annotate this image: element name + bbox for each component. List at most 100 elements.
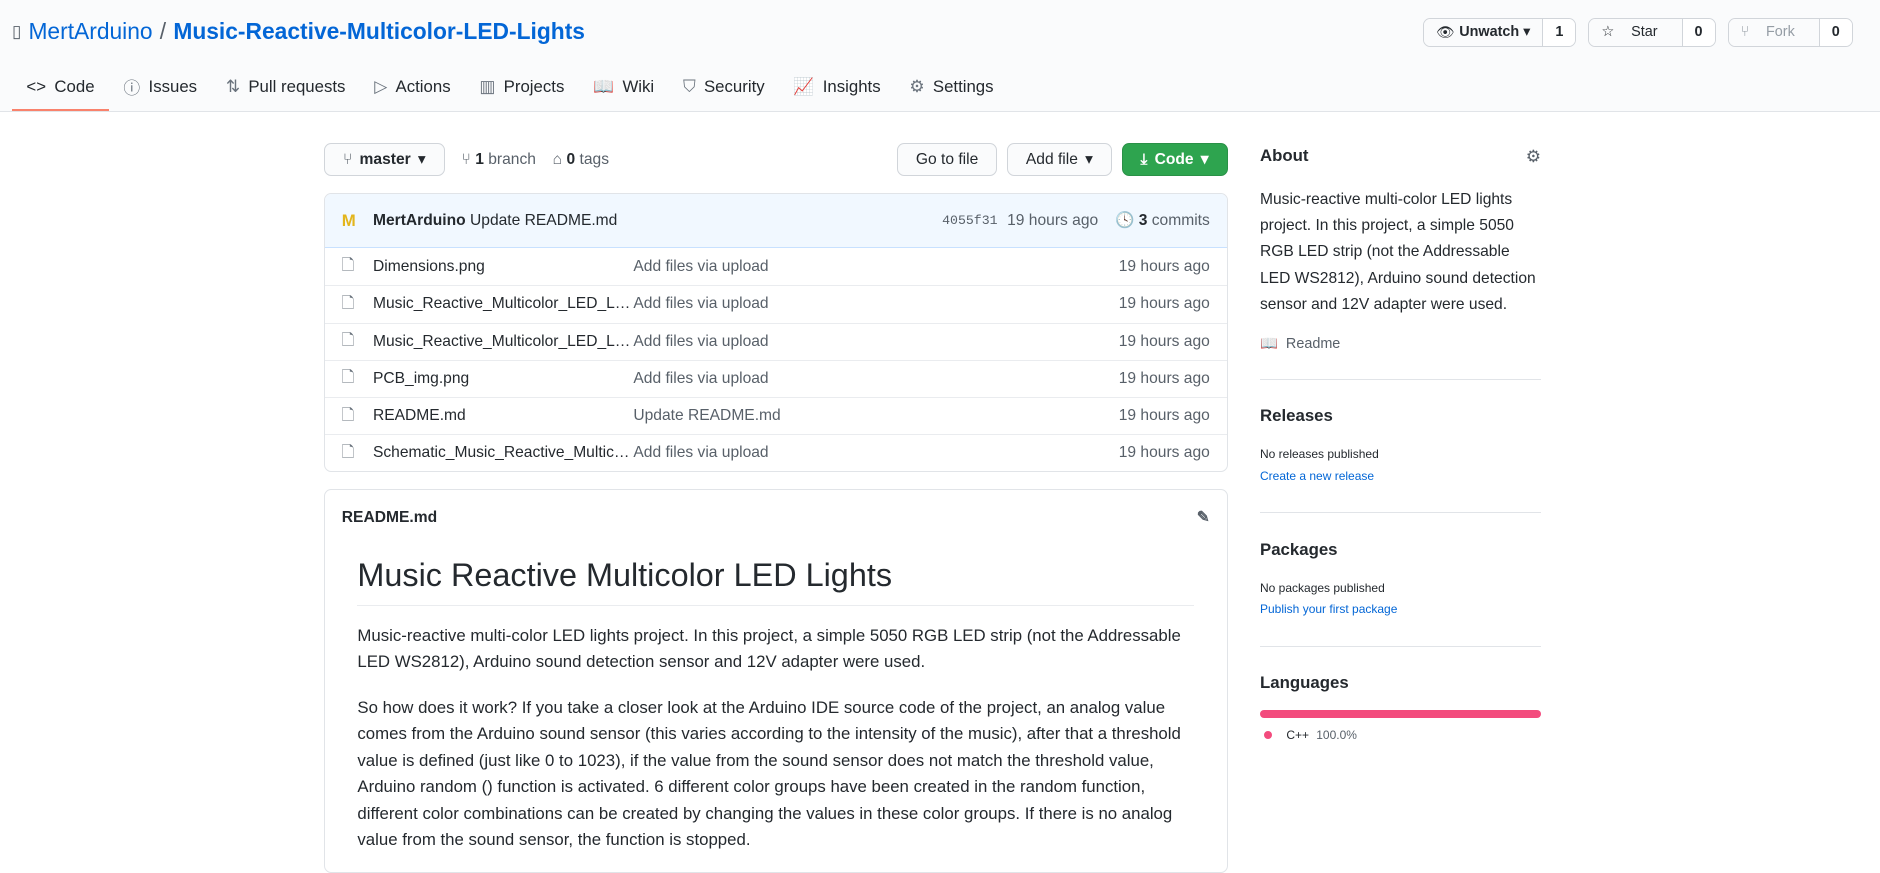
file-time: 19 hours ago: [1118, 407, 1210, 425]
file-commit-message[interactable]: Add files via upload: [633, 333, 1118, 351]
main-content: ⑂ master ▾ ⑂ 1 branch ⌂ 0 tags Go to file …: [324, 143, 1228, 873]
readme-box: README.md ✎ Music Reactive Multicolor LED…: [324, 489, 1228, 873]
file-icon: 🗋: [341, 332, 355, 350]
file-name[interactable]: Music_Reactive_Multicolor_LED_Light...: [373, 333, 633, 351]
caret-down-icon: ▾: [1200, 151, 1209, 169]
file-icon: 🗋: [341, 369, 355, 387]
star-count[interactable]: 0: [1681, 19, 1715, 46]
issue-icon: ⓘ: [123, 78, 141, 98]
file-commit-message[interactable]: Add files via upload: [633, 258, 1118, 276]
readme-paragraph: So how does it work? If you take a close…: [357, 697, 1181, 849]
about-heading: About: [1260, 146, 1309, 166]
publish-package-link[interactable]: Publish your first package: [1260, 602, 1397, 616]
tag-icon: ⌂: [552, 150, 567, 168]
commit-message[interactable]: Update README.md: [470, 212, 617, 230]
readme-title: Music Reactive Multicolor LED Lights: [357, 557, 1195, 607]
language-bar: [1260, 709, 1541, 719]
repo-tabs: <> Code ⓘ Issues ⇅ Pull requests ▷ Actions ▥…: [12, 65, 1008, 111]
file-row[interactable]: 🗋 Music_Reactive_Multicolor_LED_Light... A…: [325, 285, 1227, 322]
sidebar: About ⚙ Music-reactive multi-color LED li…: [1260, 144, 1541, 742]
file-commit-message[interactable]: Add files via upload: [633, 295, 1118, 313]
about-description: Music-reactive multi-color LED lights pr…: [1260, 190, 1536, 314]
pencil-icon[interactable]: ✎: [1197, 508, 1210, 527]
file-name[interactable]: Schematic_Music_Reactive_Multicolor...: [373, 444, 633, 462]
readme-link[interactable]: 📖 Readme: [1260, 335, 1541, 352]
file-name[interactable]: Music_Reactive_Multicolor_LED_Light...: [373, 295, 633, 313]
watch-count[interactable]: 1: [1542, 19, 1576, 46]
play-icon: ▷: [374, 77, 388, 97]
book-icon: 📖: [593, 76, 615, 96]
commit-sha[interactable]: 4055f31: [942, 213, 997, 228]
eye-icon: 👁: [1436, 23, 1460, 41]
go-to-file-button[interactable]: Go to file: [896, 143, 998, 176]
file-commit-message[interactable]: Update README.md: [633, 407, 1118, 425]
tab-settings[interactable]: ⚙ Settings: [895, 65, 1008, 111]
language-item[interactable]: C++ 100.0%: [1260, 728, 1541, 742]
tab-issues[interactable]: ⓘ Issues: [109, 65, 212, 111]
tab-insights[interactable]: 📈 Insights: [779, 65, 895, 111]
fork-button[interactable]: ⑂ Fork 0: [1727, 18, 1853, 47]
file-row[interactable]: 🗋 Dimensions.png Add files via upload 19 ho…: [325, 248, 1227, 285]
file-name[interactable]: PCB_img.png: [373, 370, 633, 388]
owner-link[interactable]: MertArduino: [28, 18, 152, 45]
tags-link[interactable]: ⌂ 0 tags: [553, 151, 609, 169]
avatar[interactable]: M: [342, 211, 361, 230]
releases-heading[interactable]: Releases: [1260, 406, 1333, 426]
commit-author[interactable]: MertArduino: [373, 212, 466, 230]
tab-pull-requests[interactable]: ⇅ Pull requests: [211, 65, 359, 111]
caret-down-icon: ▾: [417, 151, 426, 169]
file-icon: 🗋: [341, 406, 355, 424]
branches-link[interactable]: ⑂ 1 branch: [462, 151, 536, 169]
download-icon: ⤓: [1140, 150, 1148, 168]
history-icon: 🕓: [1114, 212, 1139, 230]
star-button[interactable]: ☆ Star 0: [1588, 18, 1716, 47]
file-row[interactable]: 🗋 PCB_img.png Add files via upload 19 hours…: [325, 359, 1227, 397]
file-name[interactable]: README.md: [373, 407, 633, 425]
file-name[interactable]: Dimensions.png: [373, 258, 633, 276]
book-icon: 📖: [1260, 336, 1286, 353]
releases-empty: No releases published: [1260, 447, 1379, 462]
repo-header: ▯ MertArduino / Music-Reactive-Multicolo…: [0, 0, 1880, 112]
file-commit-message[interactable]: Add files via upload: [633, 444, 1118, 462]
commits-link[interactable]: 🕓 3 commits: [1115, 211, 1210, 230]
fork-count[interactable]: 0: [1818, 19, 1852, 46]
languages-heading: Languages: [1260, 672, 1349, 692]
gear-icon[interactable]: ⚙: [1526, 146, 1541, 167]
file-time: 19 hours ago: [1118, 369, 1210, 387]
file-row[interactable]: 🗋 Music_Reactive_Multicolor_LED_Light... A…: [325, 322, 1227, 360]
language-color-dot: [1263, 730, 1272, 739]
code-button[interactable]: ⤓ Code ▾: [1121, 143, 1228, 176]
branch-icon: ⑂: [343, 150, 353, 168]
branch-icon: ⑂: [461, 150, 476, 168]
file-icon: 🗋: [341, 443, 355, 461]
file-commit-message[interactable]: Add files via upload: [633, 370, 1118, 388]
pull-request-icon: ⇅: [225, 77, 240, 97]
title-separator: /: [159, 18, 167, 44]
commit-time: 19 hours ago: [1007, 211, 1099, 229]
latest-commit: M MertArduino Update README.md 4055f31 1…: [325, 194, 1227, 249]
watch-button[interactable]: 👁 Unwatch ▾ 1: [1423, 18, 1577, 47]
repo-title: ▯ MertArduino / Music-Reactive-Multicolo…: [12, 18, 585, 45]
repo-icon: ▯: [12, 22, 22, 41]
tab-actions[interactable]: ▷ Actions: [360, 65, 465, 111]
tab-wiki[interactable]: 📖 Wiki: [579, 65, 669, 111]
readme-filename: README.md: [341, 508, 438, 526]
file-time: 19 hours ago: [1118, 295, 1210, 313]
file-time: 19 hours ago: [1118, 257, 1210, 275]
tab-code[interactable]: <> Code: [12, 65, 109, 111]
repo-link[interactable]: Music-Reactive-Multicolor-LED-Lights: [173, 18, 585, 45]
file-row[interactable]: 🗋 Schematic_Music_Reactive_Multicolor... A…: [325, 434, 1227, 471]
file-time: 19 hours ago: [1118, 332, 1210, 350]
gear-icon: ⚙: [909, 77, 925, 97]
tab-security[interactable]: ⛉ Security: [669, 65, 779, 111]
branch-select[interactable]: ⑂ master ▾: [324, 143, 445, 176]
add-file-button[interactable]: Add file ▾: [1006, 143, 1112, 176]
file-list: M MertArduino Update README.md 4055f31 1…: [324, 193, 1228, 473]
caret-down-icon: ▾: [1085, 151, 1093, 169]
file-row[interactable]: 🗋 README.md Update README.md 19 hours ago: [325, 396, 1227, 434]
packages-heading[interactable]: Packages: [1260, 540, 1338, 560]
graph-icon: 📈: [793, 76, 815, 96]
tab-projects[interactable]: ▥ Projects: [465, 65, 579, 111]
star-icon: ☆: [1601, 24, 1620, 41]
create-release-link[interactable]: Create a new release: [1260, 469, 1374, 483]
